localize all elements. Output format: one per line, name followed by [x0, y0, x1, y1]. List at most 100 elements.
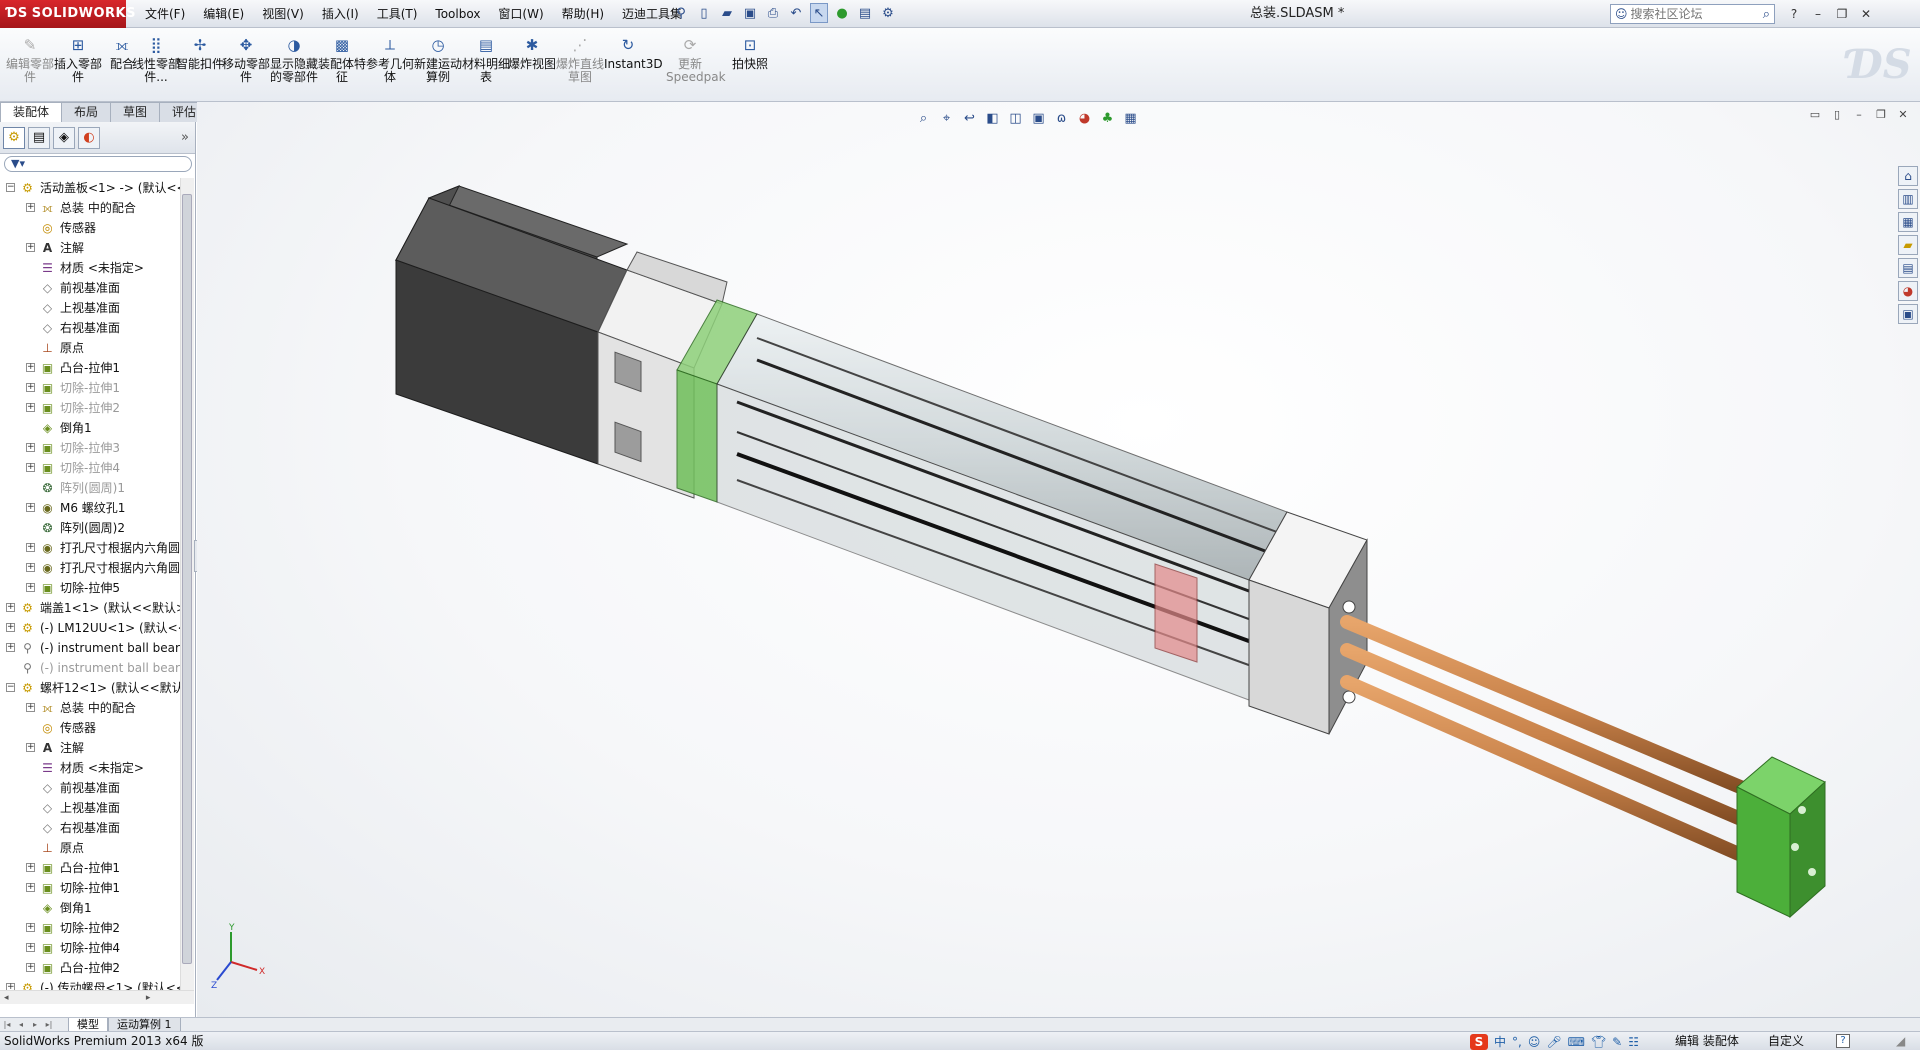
command-motion-study[interactable]: ◷ 新建运动算例: [414, 34, 462, 100]
command-exploded-view[interactable]: ✱ 爆炸视图: [508, 34, 556, 100]
push-rods[interactable]: [1340, 615, 1764, 869]
prev-tab-icon[interactable]: ◂: [14, 1019, 28, 1031]
solidworks-logo[interactable]: ƊS SOLIDWORKS: [0, 0, 135, 28]
tree-node[interactable]: + A 注解: [0, 738, 180, 758]
expand-toggle-icon[interactable]: +: [26, 883, 35, 892]
tree-node[interactable]: + ▣ 切除-拉伸2: [0, 398, 180, 418]
tree-node[interactable]: ◇ 右视基准面: [0, 318, 180, 338]
tree-node[interactable]: + ⚙ 端盖1<1> (默认<<默认>: [0, 598, 180, 618]
tree-node[interactable]: ◇ 上视基准面: [0, 798, 180, 818]
first-tab-icon[interactable]: |◂: [0, 1019, 14, 1031]
menu-item-1[interactable]: 编辑(E): [194, 0, 253, 28]
display-manager-tab-icon[interactable]: ◐: [78, 126, 100, 149]
close-icon[interactable]: ✕: [1856, 4, 1876, 24]
search-input[interactable]: [1630, 7, 1751, 21]
tree-scroll-thumb[interactable]: [182, 194, 192, 964]
tree-node[interactable]: + ▣ 切除-拉伸4: [0, 938, 180, 958]
expand-toggle-icon[interactable]: +: [26, 503, 35, 512]
command-bom[interactable]: ▤ 材料明细表: [462, 34, 510, 100]
feature-manager-tab-icon[interactable]: ⚙: [3, 126, 25, 149]
menu-item-5[interactable]: Toolbox: [426, 0, 489, 28]
tree-node[interactable]: ❂ 阵列(圆周)1: [0, 478, 180, 498]
tree-node[interactable]: + ▣ 切除-拉伸3: [0, 438, 180, 458]
menu-item-0[interactable]: 文件(F): [136, 0, 194, 28]
tree-node[interactable]: + ⟗ 总装 中的配合: [0, 198, 180, 218]
emoji-icon[interactable]: ☺: [1528, 1033, 1541, 1050]
status-help-icon[interactable]: ?: [1836, 1034, 1850, 1048]
expand-toggle-icon[interactable]: +: [26, 863, 35, 872]
tab-model[interactable]: 模型: [68, 1017, 108, 1032]
end-plate[interactable]: [1736, 756, 1826, 919]
expand-toggle-icon[interactable]: +: [26, 463, 35, 472]
tree-node[interactable]: + ⚙ (-) 传动螺母<1> (默认<<: [0, 978, 180, 990]
resize-grip-icon[interactable]: ◢: [1896, 1032, 1905, 1050]
tree-node[interactable]: ❂ 阵列(圆周)2: [0, 518, 180, 538]
tree-node[interactable]: ◎ 传感器: [0, 218, 180, 238]
last-tab-icon[interactable]: ▸|: [42, 1019, 56, 1031]
tree-node[interactable]: ◎ 传感器: [0, 718, 180, 738]
tree-node[interactable]: − ⚙ 螺杆12<1> (默认<<默认: [0, 678, 180, 698]
expand-toggle-icon[interactable]: +: [26, 923, 35, 932]
filter-icon[interactable]: ▼▾: [4, 156, 192, 172]
menu-item-4[interactable]: 工具(T): [368, 0, 427, 28]
new-document-icon[interactable]: ▯: [695, 3, 713, 23]
command-move-component[interactable]: ✥ 移动零部件: [222, 34, 270, 100]
tree-node[interactable]: + ▣ 切除-拉伸1: [0, 378, 180, 398]
tree-node[interactable]: + ▣ 凸台-拉伸2: [0, 958, 180, 978]
units-selector[interactable]: 自定义: [1768, 1032, 1804, 1050]
command-snapshot[interactable]: ⊡ 拍快照: [726, 34, 774, 100]
sogou-ime-icon[interactable]: S: [1470, 1033, 1488, 1050]
menu-item-3[interactable]: 插入(I): [313, 0, 368, 28]
command-instant3d[interactable]: ↻ Instant3D: [604, 34, 663, 100]
file-properties-icon[interactable]: ▤: [856, 3, 874, 23]
property-manager-tab-icon[interactable]: ▤: [28, 126, 50, 149]
guide-tube[interactable]: [716, 313, 1288, 701]
tree-node[interactable]: ☰ 材质 <未指定>: [0, 258, 180, 278]
expand-toggle-icon[interactable]: +: [26, 243, 35, 252]
motor-body[interactable]: [394, 185, 629, 465]
command-reference-geometry[interactable]: ⟂ 参考几何体: [366, 34, 414, 100]
command-assembly-feature[interactable]: ▩ 装配体特征: [318, 34, 366, 100]
expand-toggle-icon[interactable]: +: [26, 203, 35, 212]
graphics-area[interactable]: ⌕ ⌖ ↩ ◧ ◫ ▣ ɷ ◕ ♣ ▦ ▭ ▯ – ❐ ✕ ⌂ ▥ ▦ ▰ ▤ …: [197, 102, 1920, 1017]
tree-node[interactable]: ◇ 右视基准面: [0, 818, 180, 838]
keyboard-icon[interactable]: ⌨: [1568, 1033, 1585, 1050]
help-icon[interactable]: ?: [1784, 4, 1804, 24]
expand-toggle-icon[interactable]: +: [26, 943, 35, 952]
menu-item-6[interactable]: 窗口(W): [489, 0, 552, 28]
minimize-icon[interactable]: –: [1808, 4, 1828, 24]
expand-toggle-icon[interactable]: +: [26, 543, 35, 552]
expand-toggle-icon[interactable]: +: [26, 703, 35, 712]
expand-toggle-icon[interactable]: +: [26, 443, 35, 452]
tree-horizontal-scrollbar[interactable]: ◂ ▸: [0, 990, 194, 1004]
command-linear-pattern[interactable]: ⣿ 线性零部件...: [132, 34, 180, 100]
tree-node[interactable]: + ⟗ 总装 中的配合: [0, 698, 180, 718]
expand-toggle-icon[interactable]: +: [26, 403, 35, 412]
open-folder-icon[interactable]: ▰: [718, 3, 736, 23]
expand-toggle-icon[interactable]: +: [6, 603, 15, 612]
tree-node[interactable]: + ⚲ (-) instrument ball beari: [0, 638, 180, 658]
save-icon[interactable]: ▣: [741, 3, 759, 23]
ime-mode[interactable]: 中: [1494, 1033, 1506, 1050]
tools-icon[interactable]: ✎: [1612, 1033, 1622, 1050]
expand-toggle-icon[interactable]: +: [26, 363, 35, 372]
command-insert-component[interactable]: ⊞ 插入零部件: [54, 34, 102, 100]
tree-node[interactable]: + ▣ 切除-拉伸1: [0, 878, 180, 898]
tree-node[interactable]: + ▣ 切除-拉伸2: [0, 918, 180, 938]
search-icon[interactable]: ⌕: [1763, 7, 1770, 22]
collapse-toggle-icon[interactable]: −: [6, 683, 15, 692]
voice-icon[interactable]: 🎤︎: [1546, 1033, 1561, 1050]
tree-node[interactable]: + ▣ 切除-拉伸5: [0, 578, 180, 598]
options-icon[interactable]: ⚙: [879, 3, 897, 23]
tree-node[interactable]: ◇ 前视基准面: [0, 278, 180, 298]
expand-toggle-icon[interactable]: +: [6, 623, 15, 632]
tree-node[interactable]: ◇ 上视基准面: [0, 298, 180, 318]
restore-icon[interactable]: ❐: [1832, 4, 1852, 24]
tab-motion-study[interactable]: 运动算例 1: [108, 1017, 181, 1032]
assembly-model[interactable]: [197, 102, 1920, 1017]
print-icon[interactable]: ⎙: [764, 3, 782, 23]
command-speedpak[interactable]: ⟳ 更新Speedpak: [666, 34, 726, 100]
next-tab-icon[interactable]: ▸: [28, 1019, 42, 1031]
expand-toggle-icon[interactable]: +: [26, 963, 35, 972]
tree-node[interactable]: + ▣ 凸台-拉伸1: [0, 358, 180, 378]
